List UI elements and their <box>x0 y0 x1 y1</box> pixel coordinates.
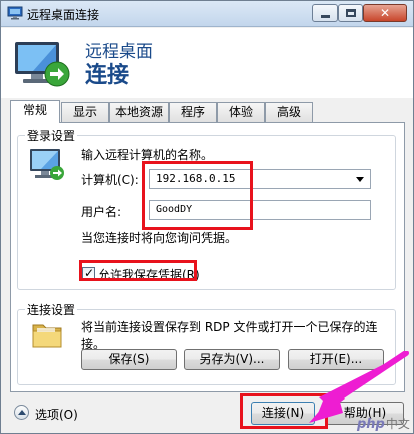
maximize-button[interactable] <box>338 4 363 22</box>
save-as-button[interactable]: 另存为(V)... <box>184 349 280 370</box>
computer-value: 192.168.0.15 <box>156 172 236 185</box>
chevron-down-icon[interactable] <box>356 177 364 182</box>
connection-settings-legend: 连接设置 <box>25 301 78 318</box>
chevron-up-icon <box>17 409 26 415</box>
computer-icon <box>30 149 64 180</box>
computer-label: 计算机(C): <box>81 173 139 187</box>
tab-general[interactable]: 常规 <box>10 100 60 123</box>
close-icon: ✕ <box>379 6 391 20</box>
username-field[interactable]: GoodDY <box>149 200 371 220</box>
login-settings-legend: 登录设置 <box>25 127 78 144</box>
options-toggle-button[interactable] <box>14 405 29 420</box>
credentials-note: 当您连接时将向您询问凭据。 <box>81 231 238 245</box>
save-button[interactable]: 保存(S) <box>81 349 177 370</box>
remote-desktop-window: 远程桌面连接 ✕ 远程桌面 连接 常规 显示 本地资源 程序 体验 高级 登录设… <box>0 0 414 434</box>
minimize-icon <box>320 14 330 18</box>
tab-programs[interactable]: 程序 <box>169 102 217 122</box>
tab-local-resources[interactable]: 本地资源 <box>109 102 169 122</box>
computer-name-prompt: 输入远程计算机的名称。 <box>81 148 214 162</box>
tab-experience[interactable]: 体验 <box>217 102 265 122</box>
pointer-arrow <box>309 351 409 423</box>
folder-icon <box>32 324 62 348</box>
computer-combobox[interactable]: 192.168.0.15 <box>149 169 371 189</box>
minimize-button[interactable] <box>312 4 338 22</box>
allow-save-credentials-label[interactable]: 允许我保存凭据(R) <box>98 266 200 283</box>
checkmark-icon: ✓ <box>84 266 95 280</box>
window-title: 远程桌面连接 <box>27 8 100 22</box>
tab-display[interactable]: 显示 <box>61 102 109 122</box>
allow-save-credentials-checkbox[interactable]: ✓ <box>82 266 95 280</box>
username-value: GoodDY <box>156 204 193 215</box>
maximize-icon <box>345 9 356 17</box>
username-label: 用户名: <box>81 205 122 219</box>
tab-advanced[interactable]: 高级 <box>265 102 313 122</box>
title-bar[interactable]: 远程桌面连接 ✕ <box>1 1 413 27</box>
header-title-line2: 连接 <box>85 63 130 88</box>
close-button[interactable]: ✕ <box>363 4 407 22</box>
header-banner: 远程桌面 连接 <box>1 28 413 98</box>
remote-desktop-icon <box>7 6 23 20</box>
remote-desktop-logo-icon <box>15 42 70 87</box>
options-label[interactable]: 选项(O) <box>35 406 78 423</box>
connection-description-line1: 将当前连接设置保存到 RDP 文件或打开一个已保存的连 <box>81 320 378 334</box>
